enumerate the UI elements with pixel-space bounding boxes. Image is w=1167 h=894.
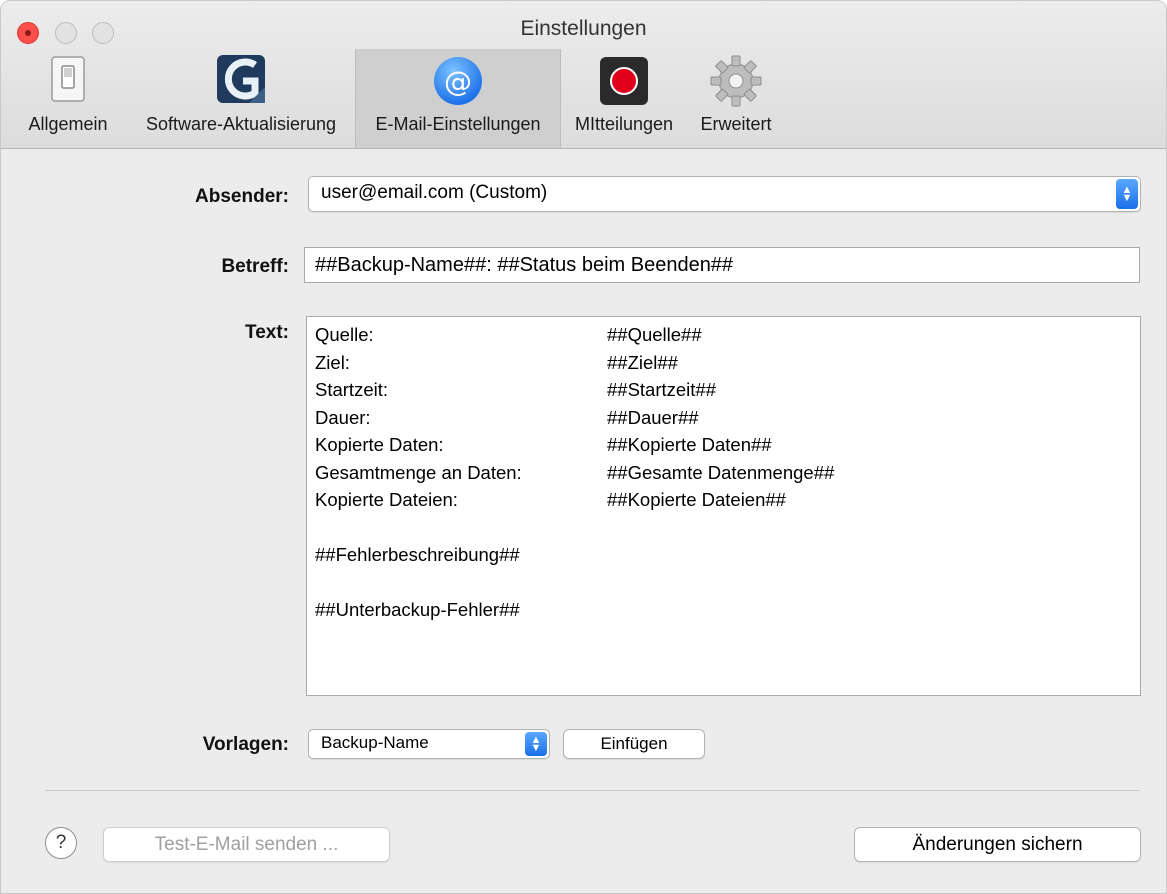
body-value: ##Kopierte Daten## bbox=[607, 434, 772, 455]
sender-popup[interactable]: user@email.com (Custom) ▲ ▼ bbox=[308, 176, 1141, 212]
tab-e-mail-einstellungen[interactable]: @ E-Mail-Einstellungen bbox=[355, 49, 561, 148]
email-settings-pane: Absender: user@email.com (Custom) ▲ ▼ Bet… bbox=[1, 149, 1166, 893]
body-key: Gesamtmenge an Daten: bbox=[315, 461, 522, 483]
chevron-updown-icon: ▲ ▼ bbox=[525, 732, 547, 756]
text-label: Text: bbox=[245, 322, 289, 343]
body-key: Kopierte Daten: bbox=[315, 434, 444, 455]
help-button[interactable]: ? bbox=[45, 827, 77, 859]
separator bbox=[45, 790, 1140, 791]
body-line: ##Unterbackup-Fehler## bbox=[315, 599, 520, 620]
templates-popup[interactable]: Backup-Name ▲ ▼ bbox=[308, 729, 550, 759]
body-value: ##Ziel## bbox=[607, 351, 678, 373]
tab-label: MItteilungen bbox=[574, 114, 674, 134]
tab-allgemein[interactable]: Allgemein bbox=[9, 49, 127, 148]
templates-label: Vorlagen: bbox=[202, 734, 289, 755]
window-title: Einstellungen bbox=[520, 17, 647, 40]
toolbar-tabs: Allgemein Software-Aktualisierung @ E-Ma… bbox=[1, 49, 1166, 148]
body-text-area[interactable]: Quelle: ##Quelle## Ziel: ##Ziel## Startzei… bbox=[306, 316, 1141, 696]
subject-field[interactable]: ##Backup-Name##: ##Status beim Beenden## bbox=[304, 247, 1140, 283]
body-key: Startzeit: bbox=[315, 379, 388, 400]
title-bar: Einstellungen Allgemein Software-Aktuali… bbox=[1, 1, 1166, 149]
preferences-window: Einstellungen Allgemein Software-Aktuali… bbox=[0, 0, 1167, 894]
body-line: ##Fehlerbeschreibung## bbox=[315, 544, 520, 565]
insert-button[interactable]: Einfügen bbox=[563, 729, 705, 759]
save-changes-button[interactable]: Änderungen sichern bbox=[854, 827, 1141, 862]
sender-label: Absender: bbox=[195, 186, 289, 207]
record-icon bbox=[600, 57, 648, 105]
body-key: Dauer: bbox=[315, 406, 371, 428]
chevron-updown-icon: ▲ ▼ bbox=[1116, 179, 1138, 209]
subject-label: Betreff: bbox=[221, 256, 289, 277]
tab-label: Allgemein bbox=[28, 114, 108, 134]
tab-erweitert[interactable]: Erweitert bbox=[687, 49, 785, 148]
body-value: ##Quelle## bbox=[607, 324, 702, 345]
body-key: Quelle: bbox=[315, 324, 374, 345]
tab-label: Software-Aktualisierung bbox=[145, 114, 337, 134]
switch-icon bbox=[51, 56, 85, 102]
tab-software-aktualisierung[interactable]: Software-Aktualisierung bbox=[127, 49, 355, 148]
svg-text:@: @ bbox=[444, 65, 472, 98]
body-key: Kopierte Dateien: bbox=[315, 489, 458, 510]
send-test-email-button[interactable]: Test-E-Mail senden ... bbox=[103, 827, 390, 862]
sender-value: user@email.com (Custom) bbox=[321, 182, 548, 203]
app-logo-icon bbox=[217, 55, 265, 103]
tab-label: E-Mail-Einstellungen bbox=[375, 114, 541, 134]
at-sign-icon: @ bbox=[434, 57, 482, 105]
tab-mitteilungen[interactable]: MItteilungen bbox=[561, 49, 687, 148]
gear-icon bbox=[710, 55, 762, 107]
body-value: ##Kopierte Dateien## bbox=[607, 489, 786, 510]
body-key: Ziel: bbox=[315, 351, 350, 373]
body-value: ##Dauer## bbox=[607, 406, 699, 428]
body-value: ##Startzeit## bbox=[607, 379, 717, 400]
body-value: ##Gesamte Datenmenge## bbox=[607, 461, 835, 483]
tab-label: Erweitert bbox=[700, 114, 772, 134]
templates-value: Backup-Name bbox=[321, 733, 429, 752]
